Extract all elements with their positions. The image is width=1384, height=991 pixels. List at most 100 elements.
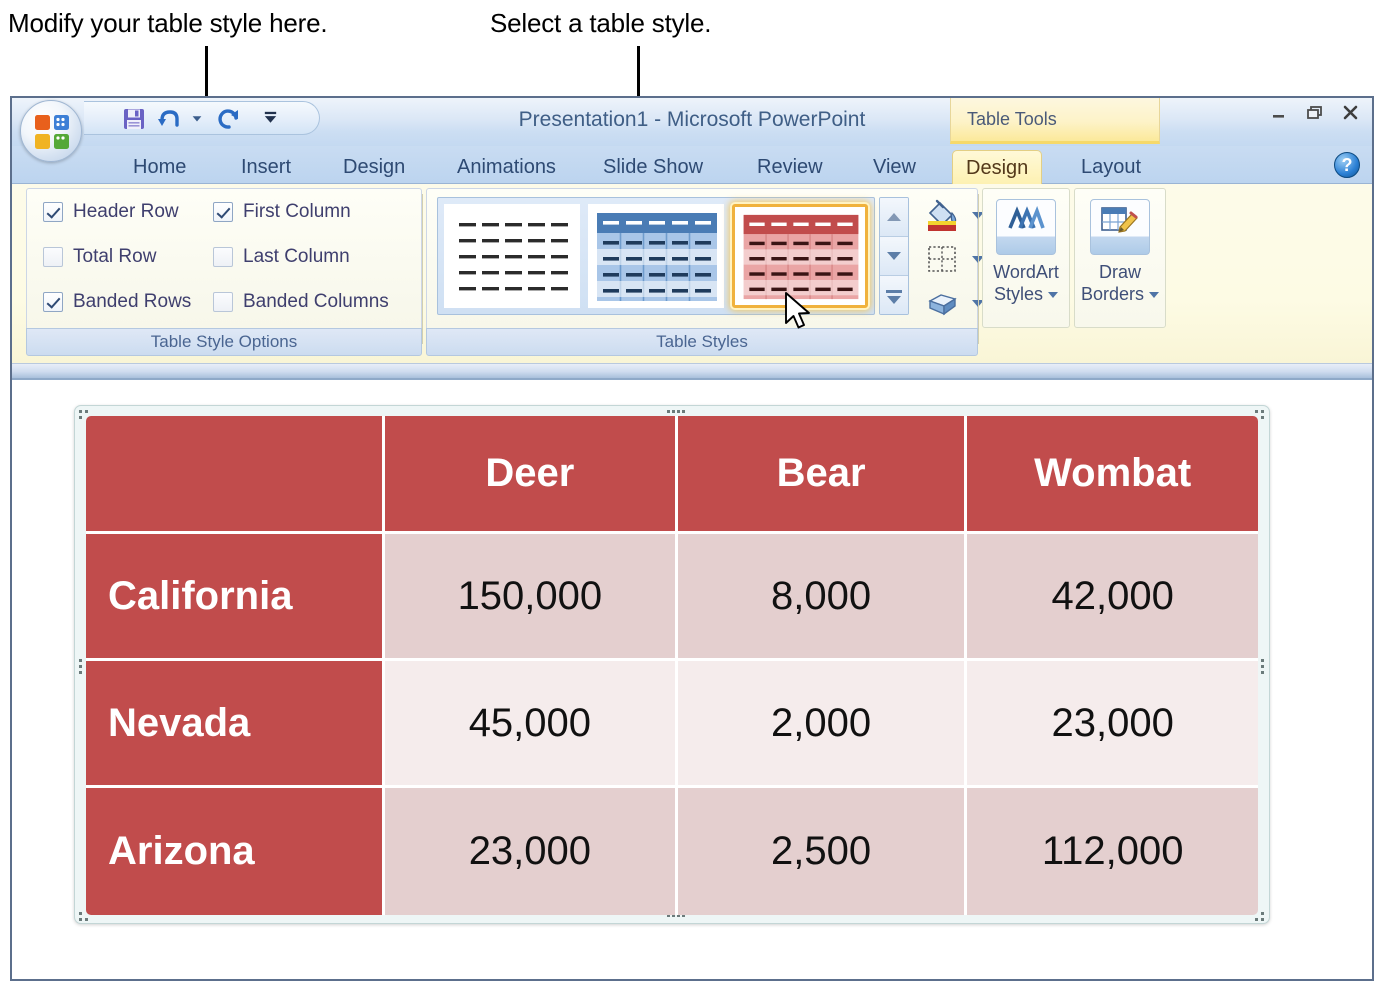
qat-undo-button[interactable] <box>156 107 180 131</box>
draw-borders-dropdown-arrow[interactable] <box>1149 292 1160 299</box>
tab-insert[interactable]: Insert <box>228 150 304 184</box>
cell-arizona-wombat[interactable]: 112,000 <box>967 788 1258 915</box>
header-cell-corner[interactable] <box>86 416 385 534</box>
thumb-preview <box>451 211 573 301</box>
restore-icon <box>1307 106 1322 119</box>
first-column-checkbox-box[interactable] <box>213 202 233 222</box>
group-table-styles: Table Styles <box>426 188 984 356</box>
save-icon <box>124 109 144 129</box>
table-row[interactable]: Arizona 23,000 2,500 112,000 <box>86 788 1258 915</box>
qat-undo-dropdown[interactable] <box>185 111 209 135</box>
header-cell-deer[interactable]: Deer <box>384 416 678 534</box>
title-bar: Presentation1 - Microsoft PowerPoint Tab… <box>12 98 1372 162</box>
tab-view[interactable]: View <box>860 150 929 184</box>
close-icon <box>1343 105 1358 120</box>
header-row-checkbox-box[interactable] <box>43 202 63 222</box>
checkbox-banded-rows[interactable]: Banded Rows <box>43 291 191 313</box>
row-label-arizona[interactable]: Arizona <box>86 788 385 915</box>
checkbox-label: Last Column <box>243 246 350 267</box>
restore-button[interactable] <box>1304 104 1326 122</box>
borders-command[interactable] <box>921 241 984 277</box>
slide-canvas[interactable]: Deer Bear Wombat California 150,000 8,00… <box>12 380 1372 979</box>
total-row-checkbox-box[interactable] <box>43 247 63 267</box>
wordart-styles-button[interactable]: WordArt Styles <box>982 188 1070 328</box>
qat-customize-button[interactable] <box>258 109 282 133</box>
table-style-options-body: Header Row First Column Total Row Last C… <box>26 188 422 328</box>
gallery-scroll-down-button[interactable] <box>880 237 908 276</box>
contextual-tab-group-table-tools: Table Tools <box>950 98 1160 144</box>
more-bar-icon <box>886 289 902 293</box>
minimize-icon <box>1273 115 1284 118</box>
table-row[interactable]: California 150,000 8,000 42,000 <box>86 534 1258 661</box>
checkbox-banded-columns[interactable]: Banded Columns <box>213 291 389 313</box>
close-button[interactable] <box>1340 104 1362 122</box>
slide-table[interactable]: Deer Bear Wombat California 150,000 8,00… <box>86 416 1258 915</box>
table-style-thumb-no-style[interactable] <box>444 204 580 308</box>
group-draw-borders: Draw Borders <box>1074 188 1166 356</box>
help-button[interactable]: ? <box>1334 152 1360 178</box>
chevron-down-icon <box>887 295 901 304</box>
banded-rows-checkbox-box[interactable] <box>43 292 63 312</box>
undo-icon <box>158 110 179 127</box>
cell-nevada-deer[interactable]: 45,000 <box>384 661 678 788</box>
gallery-scroll-buttons <box>879 197 909 315</box>
tab-home[interactable]: Home <box>120 150 199 184</box>
effects-cube-icon <box>928 294 957 316</box>
ribbon: Header Row First Column Total Row Last C… <box>12 184 1372 364</box>
cell-california-deer[interactable]: 150,000 <box>384 534 678 661</box>
table-selection-frame[interactable]: Deer Bear Wombat California 150,000 8,00… <box>74 405 1270 924</box>
cell-california-bear[interactable]: 8,000 <box>677 534 968 661</box>
table-row[interactable]: Nevada 45,000 2,000 23,000 <box>86 661 1258 788</box>
checkbox-total-row[interactable]: Total Row <box>43 246 156 268</box>
checkbox-last-column[interactable]: Last Column <box>213 246 350 268</box>
qat-save-button[interactable] <box>122 107 146 131</box>
powerpoint-window: Presentation1 - Microsoft PowerPoint Tab… <box>10 96 1374 981</box>
chevron-up-icon <box>887 213 901 221</box>
tab-review[interactable]: Review <box>744 150 836 184</box>
tab-slide-show[interactable]: Slide Show <box>590 150 716 184</box>
banded-columns-checkbox-box[interactable] <box>213 292 233 312</box>
qat-redo-button[interactable] <box>217 107 241 131</box>
draw-borders-line2: Borders <box>1080 284 1145 304</box>
office-logo-icon <box>35 115 69 149</box>
header-cell-wombat[interactable]: Wombat <box>967 416 1258 534</box>
shading-command[interactable] <box>921 197 984 233</box>
no-style-table-grid-icon <box>459 223 568 291</box>
row-label-nevada[interactable]: Nevada <box>86 661 385 788</box>
effects-command[interactable] <box>921 285 984 321</box>
cell-california-wombat[interactable]: 42,000 <box>967 534 1258 661</box>
checkbox-label: First Column <box>243 201 351 222</box>
redo-icon <box>218 109 238 129</box>
cell-nevada-wombat[interactable]: 23,000 <box>967 661 1258 788</box>
checkbox-header-row[interactable]: Header Row <box>43 201 179 223</box>
chevron-down-icon <box>887 252 901 260</box>
minimize-button[interactable] <box>1268 104 1290 122</box>
tab-table-layout[interactable]: Layout <box>1068 150 1154 184</box>
tab-design[interactable]: Design <box>330 150 418 184</box>
tab-table-design[interactable]: Design <box>952 150 1043 184</box>
row-label-california[interactable]: California <box>86 534 385 661</box>
table-style-thumb-blue[interactable] <box>588 204 724 308</box>
themed-style-red-icon <box>743 214 859 300</box>
chevron-down-bar-icon <box>264 111 276 123</box>
group-divider-1 <box>422 194 423 344</box>
draw-borders-button[interactable]: Draw Borders <box>1074 188 1166 328</box>
checkbox-label: Banded Rows <box>73 291 192 312</box>
header-cell-bear[interactable]: Bear <box>677 416 968 534</box>
last-column-checkbox-box[interactable] <box>213 247 233 267</box>
tab-animations[interactable]: Animations <box>444 150 569 184</box>
cell-arizona-bear[interactable]: 2,500 <box>677 788 968 915</box>
group-label-table-style-options: Table Style Options <box>26 328 422 356</box>
gallery-more-button[interactable] <box>880 276 908 314</box>
table-header-row[interactable]: Deer Bear Wombat <box>86 416 1258 534</box>
office-button[interactable] <box>20 100 82 162</box>
draw-borders-line1: Draw <box>1098 262 1141 282</box>
cell-nevada-bear[interactable]: 2,000 <box>677 661 968 788</box>
wordart-styles-line1: WordArt <box>993 262 1059 282</box>
gallery-scroll-up-button[interactable] <box>880 198 908 237</box>
wordart-dropdown-arrow[interactable] <box>1048 292 1059 299</box>
cell-arizona-deer[interactable]: 23,000 <box>384 788 678 915</box>
wordart-styles-line2: Styles <box>993 284 1044 304</box>
table-styles-body <box>426 188 984 328</box>
checkbox-first-column[interactable]: First Column <box>213 201 351 223</box>
